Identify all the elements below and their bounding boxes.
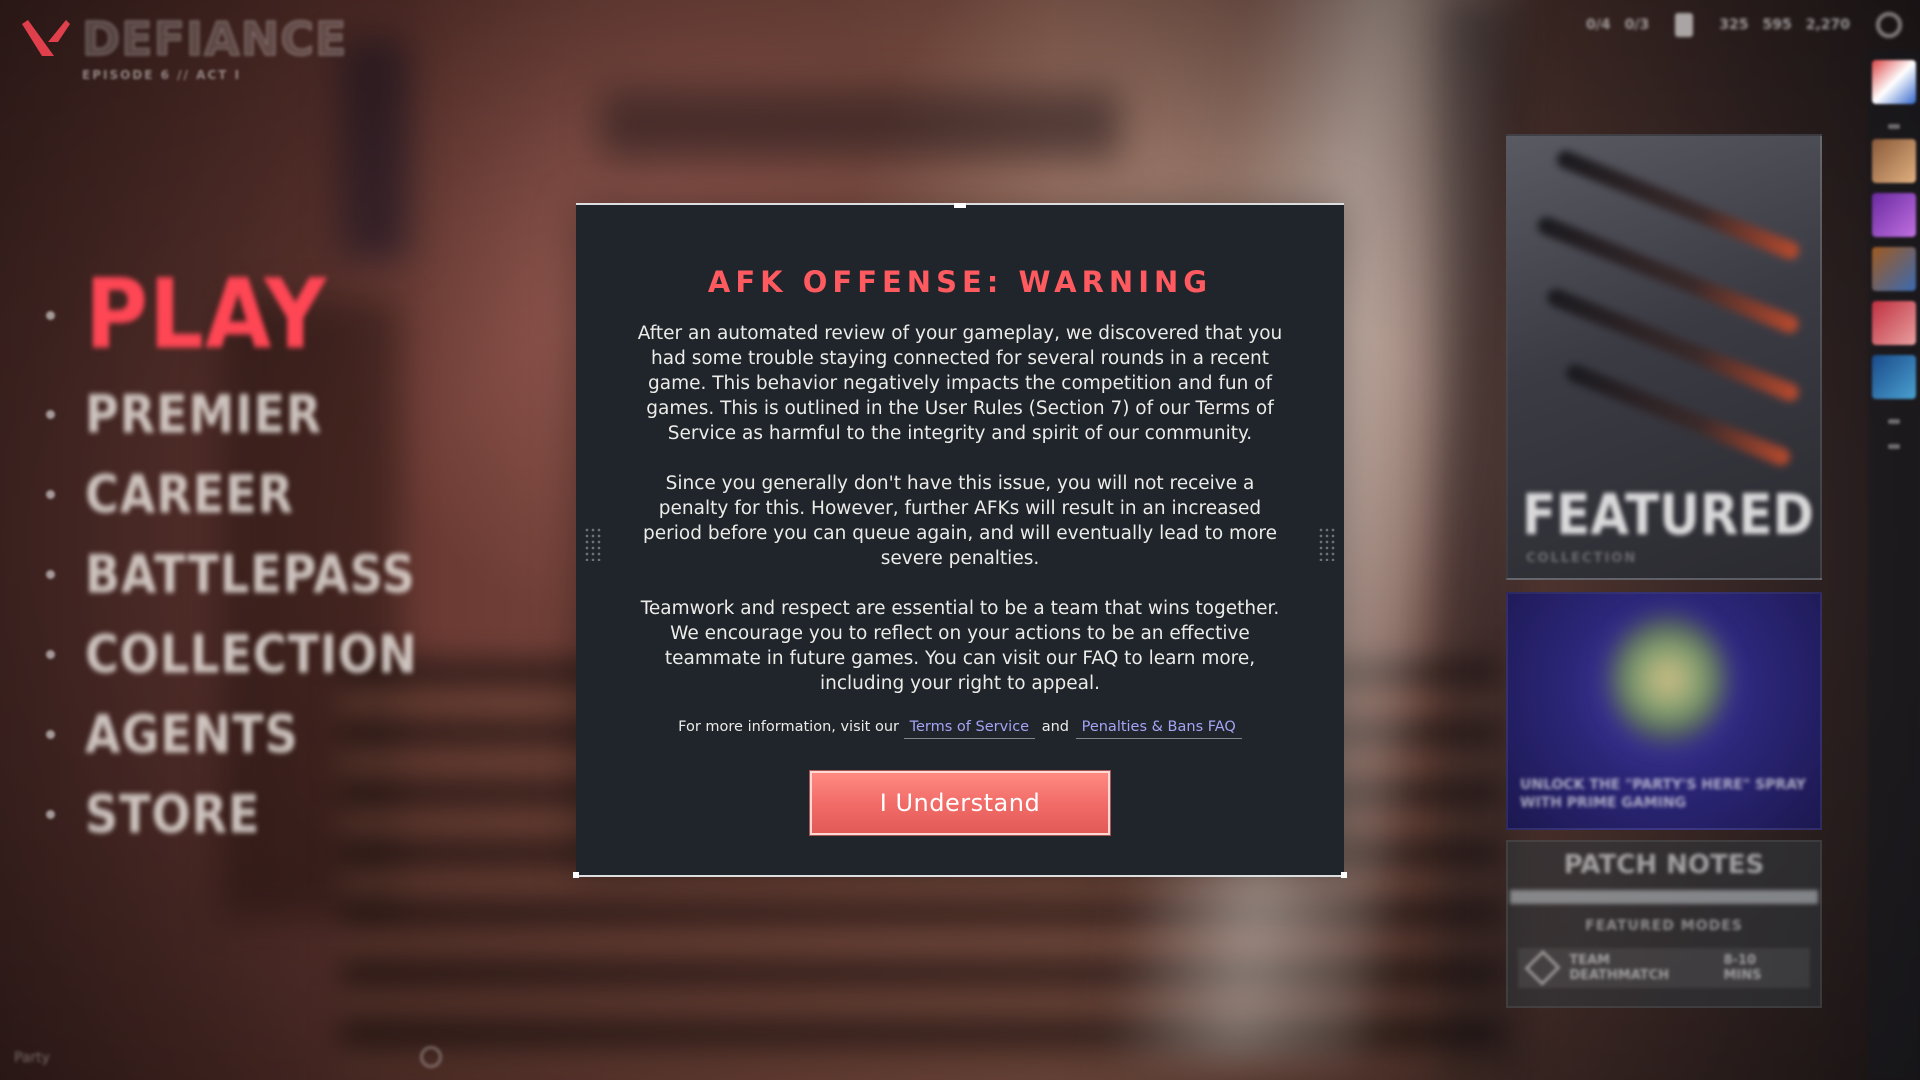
terms-of-service-link[interactable]: Terms of Service xyxy=(903,719,1036,739)
main-nav: PLAY PREMIER CAREER BATTLEPASS COLLECTIO… xyxy=(46,259,418,854)
nav-label-agents: AGENTS xyxy=(85,702,299,766)
modal-title: AFK OFFENSE: WARNING xyxy=(707,265,1213,299)
nav-collection[interactable]: COLLECTION xyxy=(46,614,418,694)
i-understand-button[interactable]: I Understand xyxy=(809,770,1111,836)
featured-collection-card[interactable]: FEATURED COLLECTION xyxy=(1506,134,1822,580)
friend-avatar[interactable] xyxy=(1872,193,1916,237)
nav-bullet xyxy=(46,489,55,499)
patch-notes-title: PATCH NOTES xyxy=(1563,850,1765,880)
modal-grip-right xyxy=(1318,527,1336,561)
modal-paragraph-3: Teamwork and respect are essential to be… xyxy=(640,598,1280,694)
modal-grip-left xyxy=(584,527,602,561)
promo-card[interactable]: UNLOCK THE "PARTY'S HERE" SPRAY WITH PRI… xyxy=(1506,592,1822,830)
nav-store[interactable]: STORE xyxy=(46,774,418,854)
modal-paragraph-1: After an automated review of your gamepl… xyxy=(637,323,1283,444)
modal-top-notch xyxy=(954,203,966,208)
currency-vp: 2,270 xyxy=(1805,17,1850,33)
modal-corner xyxy=(573,872,579,878)
nav-premier[interactable]: PREMIER xyxy=(46,374,418,454)
nav-bullet xyxy=(46,729,55,739)
promo-text: UNLOCK THE "PARTY'S HERE" SPRAY WITH PRI… xyxy=(1520,777,1806,811)
nav-play[interactable]: PLAY xyxy=(46,259,418,371)
brand-header: DEFIANCE EPISODE 6 // ACT I xyxy=(20,11,348,82)
nav-bullet xyxy=(46,310,55,320)
mode-icon xyxy=(1524,949,1561,987)
friend-avatar[interactable] xyxy=(1872,139,1916,183)
patch-notes-bar xyxy=(1510,890,1818,904)
friend-avatar[interactable] xyxy=(1872,355,1916,399)
settings-gear-icon[interactable] xyxy=(1876,12,1902,38)
currency-group[interactable]: 325 595 2,270 xyxy=(1719,17,1850,33)
episode-subtitle: EPISODE 6 // ACT I xyxy=(82,68,242,82)
nav-bullet xyxy=(46,649,55,659)
stat-daily: 0/4 xyxy=(1586,17,1611,33)
featured-modes-label: FEATURED MODES xyxy=(1585,918,1743,934)
rail-divider xyxy=(1888,124,1900,129)
nav-bullet xyxy=(46,809,55,819)
nav-label-premier: PREMIER xyxy=(85,382,323,446)
nav-label-store: STORE xyxy=(85,782,261,846)
patch-notes-card[interactable]: PATCH NOTES FEATURED MODES TEAM DEATHMAT… xyxy=(1506,840,1822,1008)
rail-divider xyxy=(1888,444,1900,449)
currency-kingdom: 595 xyxy=(1762,17,1792,33)
promo-artwork xyxy=(1608,614,1728,744)
player-avatar[interactable] xyxy=(1872,60,1916,104)
mode-name: TEAM DEATHMATCH xyxy=(1569,953,1670,983)
friend-avatar[interactable] xyxy=(1872,301,1916,345)
penalties-faq-link[interactable]: Penalties & Bans FAQ xyxy=(1075,719,1242,739)
rail-divider xyxy=(1888,419,1900,424)
modal-corner xyxy=(1341,872,1347,878)
valorant-logo-icon xyxy=(22,20,70,56)
nav-battlepass[interactable]: BATTLEPASS xyxy=(46,534,418,614)
top-status-bar: 0/4 0/3 325 595 2,270 xyxy=(1586,12,1902,38)
mode-time: 8-10 MINS xyxy=(1723,953,1762,983)
battlepass-chip-icon[interactable] xyxy=(1675,13,1694,37)
mission-stats: 0/4 0/3 xyxy=(1586,17,1649,33)
friend-avatar[interactable] xyxy=(1872,247,1916,291)
nav-label-collection: COLLECTION xyxy=(85,622,418,686)
episode-title: DEFIANCE xyxy=(81,11,348,67)
nav-label-battlepass: BATTLEPASS xyxy=(85,542,416,606)
featured-mode-item[interactable]: TEAM DEATHMATCH 8-10 MINS xyxy=(1518,948,1810,988)
nav-agents[interactable]: AGENTS xyxy=(46,694,418,774)
nav-career[interactable]: CAREER xyxy=(46,454,418,534)
stat-weekly: 0/3 xyxy=(1624,17,1650,33)
currency-radianite: 325 xyxy=(1719,17,1749,33)
nav-bullet xyxy=(46,569,55,579)
nav-label-career: CAREER xyxy=(85,462,295,526)
afk-warning-modal: AFK OFFENSE: WARNING After an automated … xyxy=(573,203,1347,878)
footer-prefix: For more information, visit our xyxy=(678,719,899,735)
modal-paragraph-2: Since you generally don't have this issu… xyxy=(643,473,1277,569)
party-invite-icon[interactable] xyxy=(420,1046,442,1068)
nav-bullet xyxy=(46,409,55,419)
featured-title: FEATURED xyxy=(1522,482,1814,548)
party-label: Party xyxy=(14,1050,50,1066)
nav-label-play: PLAY xyxy=(85,259,328,371)
featured-subtitle: COLLECTION xyxy=(1526,551,1638,566)
modal-footer-info: For more information, visit our Terms of… xyxy=(576,719,1344,739)
social-rail xyxy=(1868,50,1920,1080)
modal-body: After an automated review of your gamepl… xyxy=(630,321,1290,696)
footer-and: and xyxy=(1041,719,1069,735)
